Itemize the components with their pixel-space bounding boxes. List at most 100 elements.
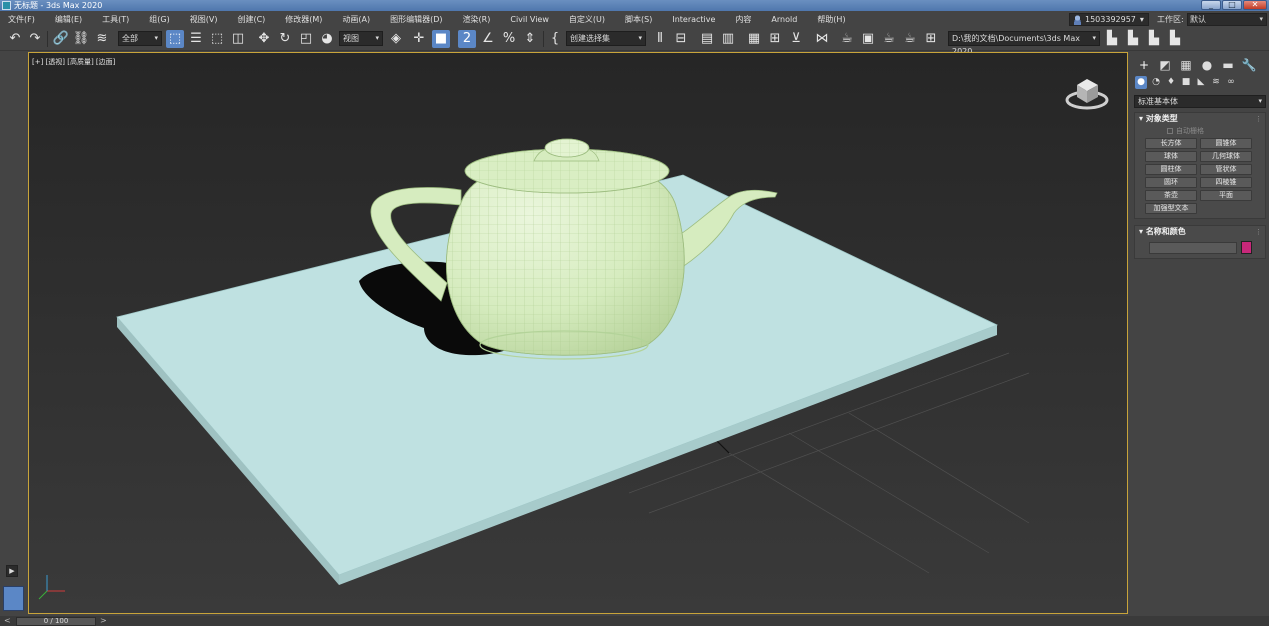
menu-help[interactable]: 帮助(H): [817, 14, 845, 25]
render-setup-icon[interactable]: ☕: [838, 30, 856, 48]
graphite-toolbar-icon[interactable]: ▦: [745, 30, 763, 48]
space-warps-icon[interactable]: ≋: [1210, 76, 1222, 89]
window-crossing-icon[interactable]: ◫: [229, 30, 247, 48]
material-editor-icon[interactable]: ⋈: [813, 30, 831, 48]
menu-tools[interactable]: 工具(T): [102, 14, 129, 25]
menu-rendering[interactable]: 渲染(R): [463, 14, 491, 25]
scale-icon[interactable]: ◰: [297, 30, 315, 48]
time-slider[interactable]: 0 / 100: [16, 617, 96, 626]
rendered-frame-window-icon[interactable]: ▣: [859, 30, 877, 48]
menu-create[interactable]: 创建(C): [237, 14, 265, 25]
menu-views[interactable]: 视图(V): [190, 14, 218, 25]
pivot-center-icon[interactable]: ◈: [387, 30, 405, 48]
object-type-header[interactable]: ▾ 对象类型 ⋮: [1135, 113, 1265, 125]
name-and-color-header[interactable]: ▾ 名称和颜色 ⋮: [1135, 226, 1265, 238]
helpers-icon[interactable]: ◣: [1195, 76, 1207, 89]
utilities-icon[interactable]: 🔧: [1240, 56, 1258, 74]
sphere-button[interactable]: 球体: [1145, 151, 1197, 162]
cameras-icon[interactable]: ■: [1180, 76, 1192, 89]
lights-icon[interactable]: ♦: [1165, 76, 1177, 89]
spinner-snap-icon[interactable]: ⇕: [521, 30, 539, 48]
cylinder-button[interactable]: 圆柱体: [1145, 164, 1197, 175]
select-manipulate-icon[interactable]: ✛: [410, 30, 428, 48]
menu-modifiers[interactable]: 修改器(M): [285, 14, 322, 25]
snaps-toggle-icon[interactable]: 2: [458, 30, 476, 48]
angle-snap-icon[interactable]: ∠: [479, 30, 497, 48]
prev-frame-button[interactable]: <: [4, 616, 11, 626]
percent-snap-icon[interactable]: %: [500, 30, 518, 48]
rotate-icon[interactable]: ↻: [276, 30, 294, 48]
close-button[interactable]: ✕: [1243, 0, 1267, 10]
menu-content[interactable]: 内容: [735, 14, 751, 25]
menu-civil-view[interactable]: Civil View: [510, 15, 549, 24]
play-icon[interactable]: ▶: [6, 565, 18, 577]
render-iterative-icon[interactable]: ☕: [901, 30, 919, 48]
curve-editor-icon[interactable]: ⊞: [766, 30, 784, 48]
viewcube[interactable]: [1065, 73, 1109, 111]
cone-button[interactable]: 圆锥体: [1200, 138, 1252, 149]
set-project-folder-icon[interactable]: ▙: [1103, 30, 1121, 48]
layer-explorer-icon[interactable]: ▥: [719, 30, 737, 48]
render-production-icon[interactable]: ☕: [880, 30, 898, 48]
render-in-cloud-icon[interactable]: ⊞: [922, 30, 940, 48]
menu-file[interactable]: 文件(F): [8, 14, 35, 25]
unlink-icon[interactable]: ⛓: [72, 30, 90, 48]
viewport-layout-thumb[interactable]: [3, 586, 24, 611]
project-icon-2[interactable]: ▙: [1124, 30, 1142, 48]
maximize-button[interactable]: □: [1222, 0, 1242, 10]
menu-edit[interactable]: 编辑(E): [55, 14, 82, 25]
teapot-button[interactable]: 茶壶: [1145, 190, 1197, 201]
textplus-button[interactable]: 加强型文本: [1145, 203, 1197, 214]
scene-explorer-icon[interactable]: ▤: [698, 30, 716, 48]
pyramid-button[interactable]: 四棱锥: [1200, 177, 1252, 188]
menu-scripting[interactable]: 脚本(S): [625, 14, 652, 25]
link-icon[interactable]: 🔗: [52, 30, 70, 48]
named-selection-dropdown[interactable]: 创建选择集 ▾: [566, 31, 646, 46]
category-dropdown[interactable]: 标准基本体 ▾: [1134, 95, 1266, 108]
systems-icon[interactable]: ∞: [1225, 76, 1237, 89]
keyboard-shortcut-override-icon[interactable]: ■: [432, 30, 450, 48]
hierarchy-icon[interactable]: ▦: [1177, 56, 1195, 74]
box-button[interactable]: 长方体: [1145, 138, 1197, 149]
display-icon[interactable]: ▬: [1219, 56, 1237, 74]
undo-icon[interactable]: ↶: [6, 30, 24, 48]
viewport-label[interactable]: [+] [透视] [高质量] [边面]: [32, 57, 115, 67]
workspace-dropdown[interactable]: 默认 ▾: [1187, 13, 1267, 26]
user-account-dropdown[interactable]: 1503392957 ▾: [1069, 13, 1149, 26]
next-frame-button[interactable]: >: [100, 616, 107, 626]
motion-icon[interactable]: ●: [1198, 56, 1216, 74]
create-icon[interactable]: +: [1135, 56, 1153, 74]
menu-animation[interactable]: 动画(A): [342, 14, 370, 25]
geometry-icon[interactable]: ●: [1135, 76, 1147, 89]
edit-named-selection-icon[interactable]: {: [546, 30, 564, 48]
minimize-button[interactable]: _: [1201, 0, 1221, 10]
autogrid-checkbox[interactable]: 自动栅格: [1135, 125, 1265, 137]
move-icon[interactable]: ✥: [255, 30, 273, 48]
bind-space-warp-icon[interactable]: ≋: [93, 30, 111, 48]
placement-icon[interactable]: ◕: [318, 30, 336, 48]
schematic-view-icon[interactable]: ⊻: [787, 30, 805, 48]
tube-button[interactable]: 管状体: [1200, 164, 1252, 175]
reference-coord-dropdown[interactable]: 视图 ▾: [339, 31, 383, 46]
mirror-icon[interactable]: ⫴: [651, 30, 669, 48]
menu-interactive[interactable]: Interactive: [672, 15, 715, 24]
project-icon-3[interactable]: ▙: [1145, 30, 1163, 48]
plane-button[interactable]: 平面: [1200, 190, 1252, 201]
menu-arnold[interactable]: Arnold: [771, 15, 797, 24]
menu-customize[interactable]: 自定义(U): [569, 14, 605, 25]
selection-filter-dropdown[interactable]: 全部 ▾: [118, 31, 162, 46]
redo-icon[interactable]: ↷: [26, 30, 44, 48]
align-icon[interactable]: ⊟: [672, 30, 690, 48]
object-color-swatch[interactable]: [1241, 241, 1252, 254]
rect-selection-region-icon[interactable]: ⬚: [208, 30, 226, 48]
select-object-icon[interactable]: ⬚: [166, 30, 184, 48]
project-icon-4[interactable]: ▙: [1166, 30, 1184, 48]
select-by-name-icon[interactable]: ☰: [187, 30, 205, 48]
geosphere-button[interactable]: 几何球体: [1200, 151, 1252, 162]
modify-icon[interactable]: ◩: [1156, 56, 1174, 74]
shapes-icon[interactable]: ◔: [1150, 76, 1162, 89]
menu-graph-editors[interactable]: 图形编辑器(D): [390, 14, 442, 25]
menu-group[interactable]: 组(G): [149, 14, 169, 25]
perspective-viewport[interactable]: [+] [透视] [高质量] [边面]: [28, 52, 1128, 614]
object-name-field[interactable]: [1149, 242, 1237, 254]
